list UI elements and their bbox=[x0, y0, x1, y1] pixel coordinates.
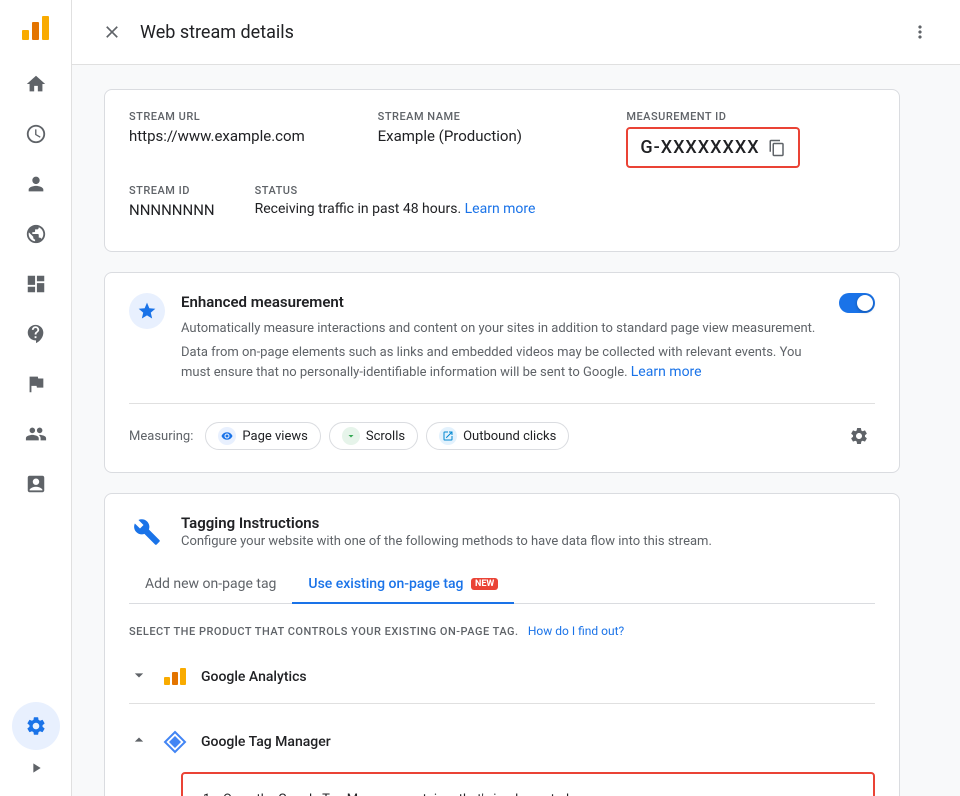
enhanced-desc2: Data from on-page elements such as links… bbox=[181, 343, 823, 384]
enhanced-measurement-icon bbox=[129, 293, 165, 329]
page-views-icon bbox=[218, 427, 236, 445]
status-learn-more-link[interactable]: Learn more bbox=[465, 201, 536, 217]
status-text: Receiving traffic in past 48 hours. Lear… bbox=[255, 201, 536, 217]
measuring-label: Measuring: bbox=[129, 429, 193, 444]
chip-page-views-label: Page views bbox=[242, 429, 307, 444]
status-field: STATUS Receiving traffic in past 48 hour… bbox=[255, 184, 536, 219]
main-panel: Web stream details STREAM URL https://ww… bbox=[72, 0, 960, 796]
enhanced-desc1: Automatically measure interactions and c… bbox=[181, 319, 823, 339]
tagging-instructions-card: Tagging Instructions Configure your webs… bbox=[104, 493, 900, 796]
ga-chevron-icon bbox=[129, 665, 149, 689]
select-product-label: SELECT THE PRODUCT THAT CONTROLS YOUR EX… bbox=[129, 625, 624, 638]
chip-outbound-clicks[interactable]: Outbound clicks bbox=[426, 422, 569, 450]
chip-outbound-clicks-label: Outbound clicks bbox=[463, 429, 556, 444]
enhanced-content: Enhanced measurement Automatically measu… bbox=[181, 293, 823, 387]
gtm-logo-icon bbox=[161, 728, 189, 756]
how-find-out-link[interactable]: How do I find out? bbox=[528, 624, 624, 638]
stream-id-value: NNNNNNNN bbox=[129, 201, 215, 219]
close-button[interactable] bbox=[96, 16, 128, 48]
divider bbox=[129, 703, 875, 704]
stream-id-label: STREAM ID bbox=[129, 184, 215, 197]
stream-name-field: STREAM NAME Example (Production) bbox=[378, 110, 627, 168]
enhanced-measurement-toggle[interactable] bbox=[839, 293, 875, 313]
sidebar bbox=[0, 0, 72, 796]
measurement-id-field: MEASUREMENT ID G-XXXXXXXX bbox=[626, 110, 875, 168]
stream-info-card: STREAM URL https://www.example.com STREA… bbox=[104, 89, 900, 252]
stream-url-label: STREAM URL bbox=[129, 110, 378, 123]
ga-logo-icon bbox=[161, 663, 189, 691]
sidebar-item-advertising[interactable] bbox=[12, 210, 60, 258]
sidebar-item-reports[interactable] bbox=[12, 110, 60, 158]
tab-new-badge: NEW bbox=[471, 578, 498, 590]
content-area: STREAM URL https://www.example.com STREA… bbox=[72, 65, 932, 796]
measuring-row: Measuring: Page views Scrolls bbox=[129, 403, 875, 452]
sidebar-item-home[interactable] bbox=[12, 60, 60, 108]
tagging-content: Tagging Instructions Configure your webs… bbox=[181, 514, 875, 549]
scrolls-icon bbox=[342, 427, 360, 445]
stream-id-field: STREAM ID NNNNNNNN bbox=[129, 184, 215, 219]
sidebar-item-audience[interactable] bbox=[12, 160, 60, 208]
enhanced-title: Enhanced measurement bbox=[181, 293, 823, 311]
tab-add-new-tag[interactable]: Add new on-page tag bbox=[129, 566, 292, 604]
gtm-step-1: Open the Google Tag Manager container th… bbox=[203, 790, 853, 796]
tagging-title: Tagging Instructions bbox=[181, 514, 875, 532]
stream-name-value: Example (Production) bbox=[378, 127, 627, 145]
toggle-knob bbox=[857, 295, 873, 311]
measurement-id-label: MEASUREMENT ID bbox=[626, 110, 875, 123]
tagging-icon bbox=[129, 514, 165, 550]
gtm-instructions-box: Open the Google Tag Manager container th… bbox=[181, 772, 875, 796]
enhanced-learn-more-link[interactable]: Learn more bbox=[631, 364, 702, 380]
chip-scrolls[interactable]: Scrolls bbox=[329, 422, 418, 450]
gtm-chevron-icon bbox=[129, 730, 149, 754]
stream-url-field: STREAM URL https://www.example.com bbox=[129, 110, 378, 168]
stream-url-value: https://www.example.com bbox=[129, 127, 378, 145]
panel-header: Web stream details bbox=[72, 0, 960, 65]
tagging-tabs: Add new on-page tag Use existing on-page… bbox=[129, 566, 875, 604]
sidebar-logo bbox=[16, 8, 56, 48]
google-tag-manager-row[interactable]: Google Tag Manager bbox=[129, 716, 875, 768]
sidebar-item-configure[interactable] bbox=[12, 410, 60, 458]
tagging-desc: Configure your website with one of the f… bbox=[181, 534, 875, 549]
sidebar-item-explore[interactable] bbox=[12, 310, 60, 358]
sidebar-item-admin[interactable] bbox=[12, 460, 60, 508]
select-product-section: SELECT THE PRODUCT THAT CONTROLS YOUR EX… bbox=[129, 620, 875, 639]
sidebar-expand-button[interactable] bbox=[12, 752, 60, 784]
sidebar-item-flag[interactable] bbox=[12, 360, 60, 408]
outbound-clicks-icon bbox=[439, 427, 457, 445]
gtm-steps-list: Open the Google Tag Manager container th… bbox=[203, 790, 853, 796]
stream-name-label: STREAM NAME bbox=[378, 110, 627, 123]
sidebar-item-settings[interactable] bbox=[12, 702, 60, 750]
chip-scrolls-label: Scrolls bbox=[366, 429, 405, 444]
measuring-settings-button[interactable] bbox=[843, 420, 875, 452]
google-analytics-row[interactable]: Google Analytics bbox=[129, 651, 875, 703]
measurement-id-box: G-XXXXXXXX bbox=[626, 127, 799, 168]
panel-title: Web stream details bbox=[140, 22, 904, 43]
gtm-product-name: Google Tag Manager bbox=[201, 734, 331, 750]
status-label: STATUS bbox=[255, 184, 536, 197]
chip-page-views[interactable]: Page views bbox=[205, 422, 320, 450]
copy-icon[interactable] bbox=[768, 139, 786, 157]
measurement-id-value: G-XXXXXXXX bbox=[640, 137, 759, 158]
enhanced-measurement-card: Enhanced measurement Automatically measu… bbox=[104, 272, 900, 473]
more-options-button[interactable] bbox=[904, 16, 936, 48]
tab-use-existing-tag[interactable]: Use existing on-page tag NEW bbox=[292, 566, 514, 604]
sidebar-item-data[interactable] bbox=[12, 260, 60, 308]
ga-product-name: Google Analytics bbox=[201, 669, 307, 685]
